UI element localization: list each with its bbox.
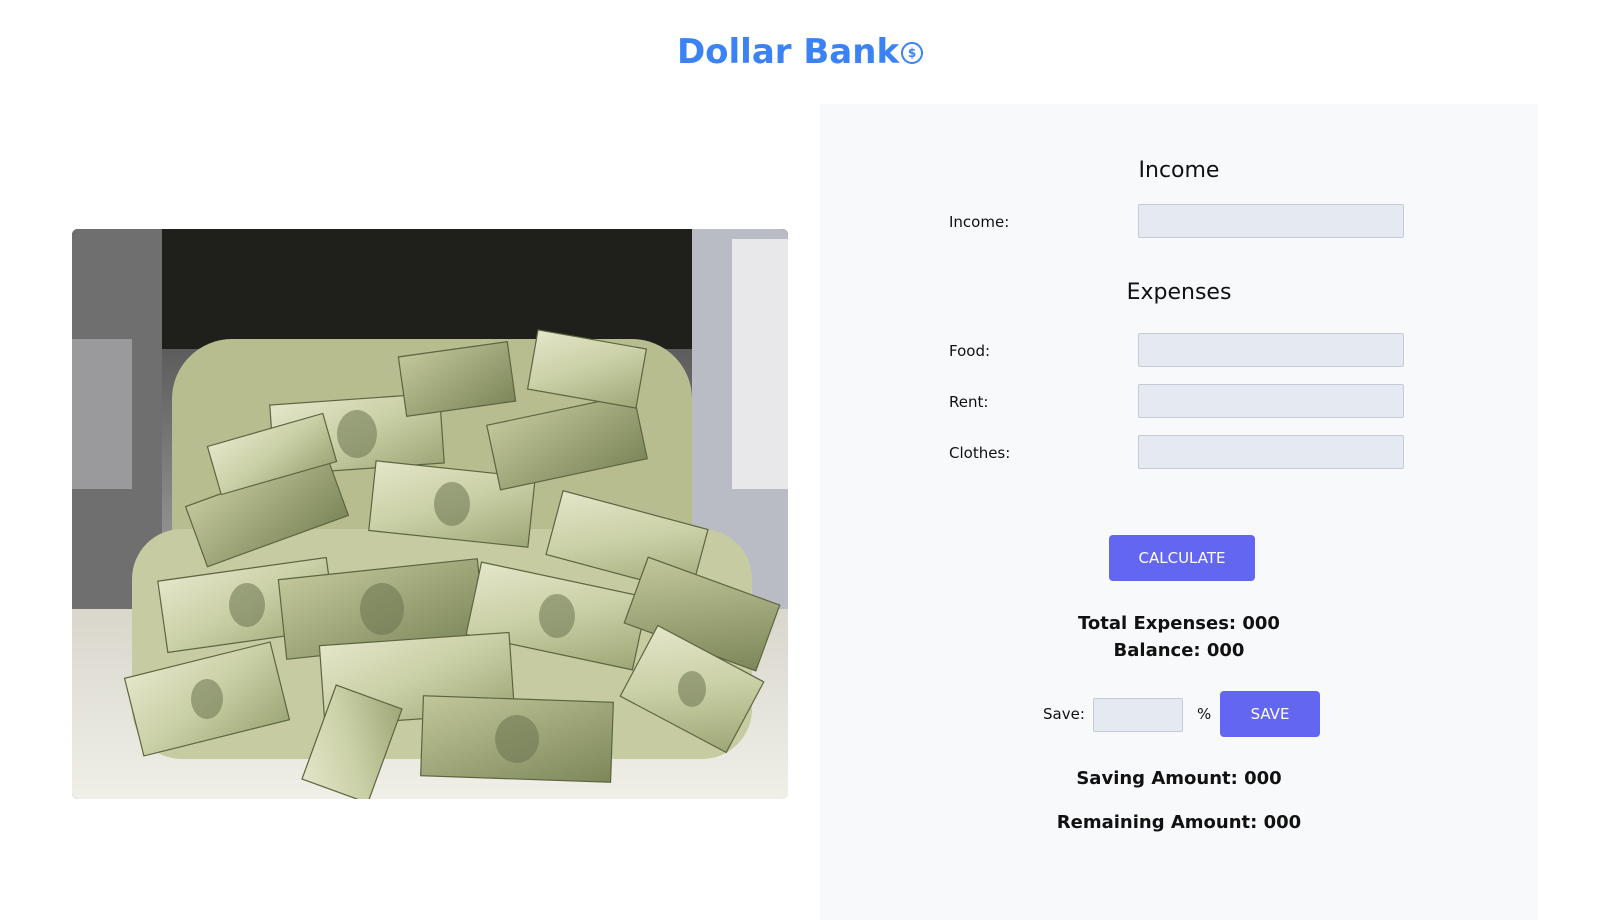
food-label: Food: [949, 342, 991, 360]
save-label: Save: [1043, 705, 1085, 723]
save-percent-input[interactable] [1093, 698, 1183, 732]
income-input[interactable] [1138, 204, 1404, 238]
page: Dollar Bank $ Income Income: Expenses Fo… [0, 0, 1600, 920]
calculate-button[interactable]: Calculate [1109, 535, 1255, 581]
clothes-label: Clothes: [949, 444, 1011, 462]
save-button[interactable]: Save [1220, 691, 1320, 737]
dollar-circle-icon: $ [901, 42, 924, 64]
expenses-heading: Expenses [1126, 280, 1232, 305]
brand-title: Dollar Bank $ [0, 28, 1600, 76]
percent-sign: % [1197, 705, 1212, 723]
rent-input[interactable] [1138, 384, 1404, 418]
income-heading: Income [1138, 158, 1220, 183]
rent-label: Rent: [949, 393, 989, 411]
balance-text: Balance: 000 [1113, 640, 1245, 661]
remaining-amount-text: Remaining Amount: 000 [1056, 812, 1302, 833]
saving-amount-text: Saving Amount: 000 [1076, 768, 1282, 789]
food-input[interactable] [1138, 333, 1404, 367]
clothes-input[interactable] [1138, 435, 1404, 469]
brand-text: Dollar Bank [676, 32, 900, 72]
budget-panel: Income Income: Expenses Food: Rent: Clot… [820, 104, 1538, 920]
money-photo [72, 229, 788, 799]
income-label: Income: [949, 213, 1010, 231]
total-expenses-text: Total Expenses: 000 [1078, 613, 1280, 634]
